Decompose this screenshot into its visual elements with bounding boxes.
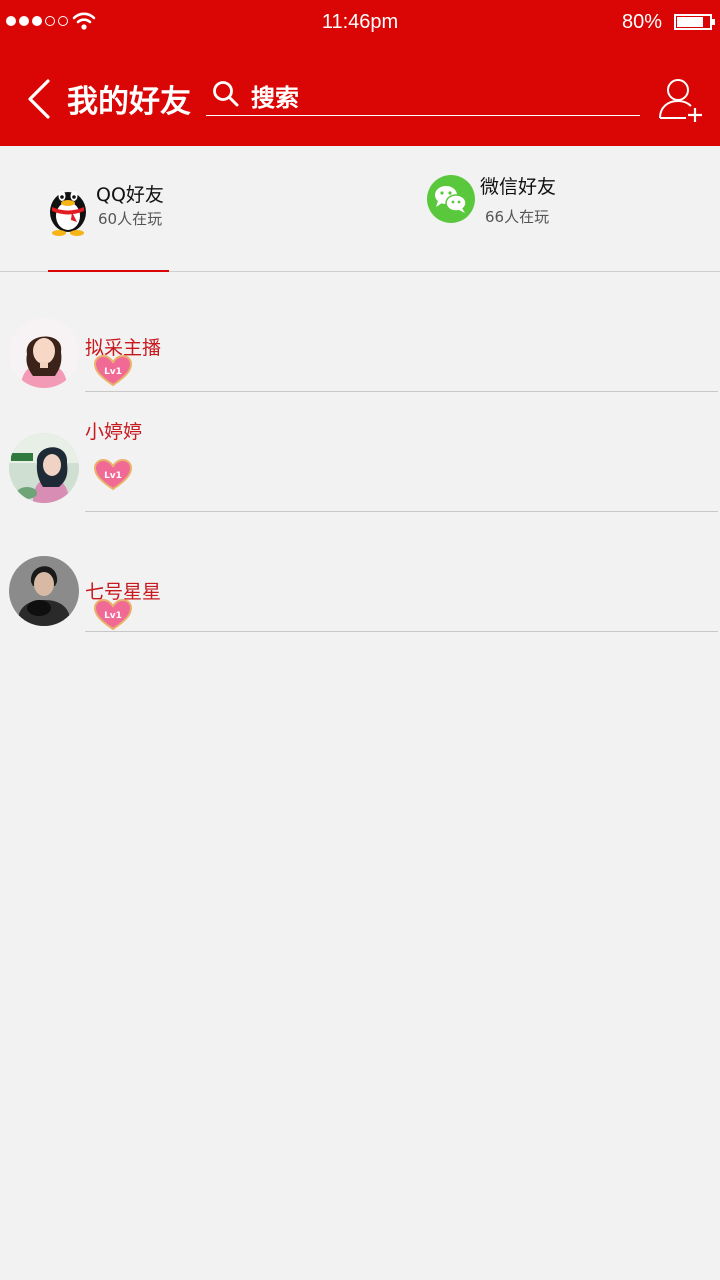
- friend-list-item[interactable]: 小婷婷: [0, 392, 720, 512]
- avatar: [9, 556, 79, 626]
- tab-wechat-count: 66人在玩: [485, 208, 550, 226]
- list-divider: [85, 631, 718, 632]
- tab-wechat-label: 微信好友: [480, 176, 557, 198]
- active-tab-indicator: [48, 270, 169, 272]
- avatar: [9, 318, 79, 388]
- search-input[interactable]: 搜索: [206, 74, 640, 116]
- battery-icon: [674, 14, 715, 30]
- app-header: 11:46pm 80% 我的好友 搜索: [0, 0, 720, 146]
- status-bar: 11:46pm 80%: [0, 0, 720, 46]
- avatar: [9, 433, 79, 503]
- level-heart-icon: [93, 459, 133, 491]
- tab-qq-label: QQ好友: [96, 184, 164, 206]
- wechat-icon: [427, 175, 475, 223]
- page-title: 我的好友: [67, 84, 191, 120]
- tab-qq-count: 60人在玩: [98, 210, 163, 228]
- chevron-left-icon[interactable]: [24, 78, 56, 120]
- battery-percent: 80%: [621, 11, 662, 33]
- friend-list-item[interactable]: 拟采主播: [0, 300, 720, 392]
- friend-list-item[interactable]: 七号星星: [0, 512, 720, 632]
- friend-name: 小婷婷: [85, 421, 143, 443]
- level-heart-icon: [93, 355, 133, 387]
- add-user-icon[interactable]: [656, 76, 706, 124]
- level-heart-icon: [93, 599, 133, 631]
- search-placeholder: 搜索: [251, 84, 299, 112]
- search-icon: [213, 81, 239, 107]
- status-time: 11:46pm: [321, 11, 399, 33]
- qq-penguin-icon: [50, 191, 86, 236]
